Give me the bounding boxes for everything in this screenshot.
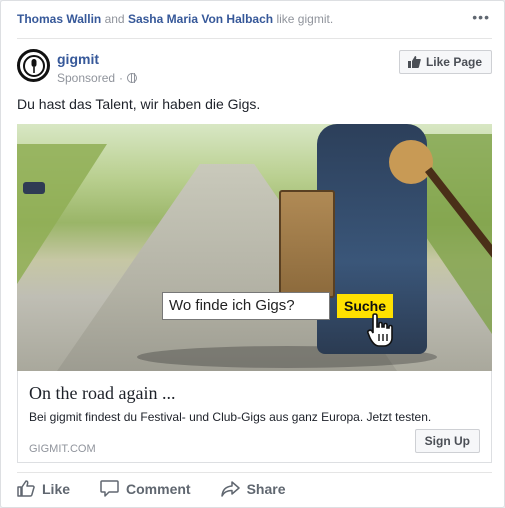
- social-context-bar: Thomas Wallin and Sasha Maria Von Halbac…: [17, 9, 492, 39]
- image-guitar: [389, 140, 433, 184]
- post-actions: Like Comment Share: [17, 472, 492, 500]
- link-headline[interactable]: On the road again ...: [29, 383, 175, 404]
- share-arrow-icon: [220, 480, 240, 497]
- like-page-button[interactable]: Like Page: [398, 50, 492, 74]
- sign-up-button[interactable]: Sign Up: [414, 429, 480, 453]
- image-grass-left: [17, 144, 107, 284]
- globe-icon: [127, 73, 138, 83]
- link-domain: GIGMIT.COM: [29, 443, 96, 455]
- post-header: gigmit Sponsored · Like Page: [17, 49, 492, 89]
- image-car: [23, 182, 45, 194]
- like-page-label: Like Page: [425, 55, 482, 69]
- page-name-link[interactable]: gigmit: [57, 51, 99, 67]
- ad-search-box: Wo finde ich Gigs?: [162, 292, 330, 320]
- post-text: Du hast das Talent, wir haben die Gigs.: [17, 96, 261, 112]
- like-action[interactable]: Like: [17, 480, 70, 497]
- thumbs-up-icon: [407, 56, 421, 68]
- hand-cursor-icon: [367, 313, 393, 347]
- comment-action[interactable]: Comment: [100, 480, 191, 497]
- comment-bubble-icon: [100, 480, 119, 497]
- sponsored-label[interactable]: Sponsored ·: [57, 71, 138, 85]
- sponsored-text: Sponsored: [57, 71, 116, 85]
- link-description: Bei gigmit findest du Festival- und Club…: [29, 410, 432, 424]
- thumbs-up-icon: [17, 480, 35, 497]
- share-action[interactable]: Share: [220, 480, 286, 497]
- link-preview[interactable]: On the road again ... Bei gigmit findest…: [17, 371, 492, 463]
- share-label: Share: [246, 480, 286, 497]
- ellipsis-icon[interactable]: •••: [472, 9, 490, 25]
- avatar[interactable]: [17, 49, 50, 82]
- context-suffix: like gigmit.: [276, 12, 334, 26]
- sponsored-post-card: Thomas Wallin and Sasha Maria Von Halbac…: [0, 0, 505, 508]
- context-joiner: and: [104, 12, 125, 26]
- comment-label: Comment: [126, 480, 191, 497]
- separator: ·: [119, 71, 124, 85]
- ad-image[interactable]: Wo finde ich Gigs? Suche: [17, 124, 492, 371]
- like-label: Like: [42, 480, 71, 497]
- microphone-icon: [22, 54, 45, 77]
- friend-link-1[interactable]: Thomas Wallin: [17, 12, 101, 26]
- image-suitcase: [279, 190, 335, 298]
- friend-link-2[interactable]: Sasha Maria Von Halbach: [128, 12, 273, 26]
